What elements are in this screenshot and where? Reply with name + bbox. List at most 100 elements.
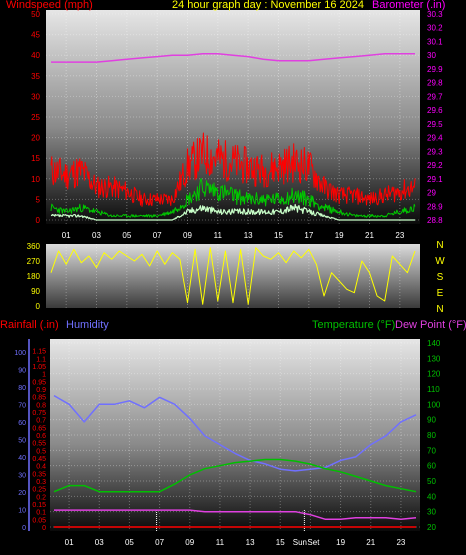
direction-tick-label: 90 (31, 287, 40, 296)
rain-tick-label: 0.65 (32, 425, 46, 432)
wind-tick-label: 30 (31, 92, 40, 101)
rain-tick-label: 1 (42, 372, 46, 379)
temp-hour-label: 03 (95, 538, 104, 547)
barometer-label: Barometer (.in) (372, 0, 446, 11)
barometer-tick-label: 29.3 (427, 147, 443, 156)
temperature-axis-right: 20 30 40 50 60 70 80 90 100 110 120 130 140 (427, 339, 441, 532)
compass-label: S (437, 272, 444, 283)
temp-hour-label: 09 (185, 538, 194, 547)
rain-tick-label: 0.85 (32, 395, 46, 402)
humidity-tick-label: 100 (14, 350, 26, 357)
wind-hour-label: 13 (244, 231, 253, 240)
rain-tick-label: 1.05 (32, 364, 46, 371)
temperature-tick-label: 20 (427, 523, 436, 532)
barometer-tick-label: 30 (427, 51, 436, 60)
temperature-tick-label: 40 (427, 492, 436, 501)
barometer-tick-label: 29.6 (427, 106, 443, 115)
rain-tick-label: 0.4 (36, 464, 46, 471)
wind-label: Windspeed (mph) (6, 0, 93, 11)
rain-tick-label: 0.95 (32, 379, 46, 386)
rain-tick-label: 0.15 (32, 502, 46, 509)
wind-hour-label: 03 (92, 231, 101, 240)
barometer-tick-label: 28.8 (427, 216, 443, 225)
temperature-tick-label: 140 (427, 339, 441, 348)
wind-hour-label: 07 (153, 231, 162, 240)
weather-graphs: 05101520253035404550 28.828.92929.129.22… (14, 10, 445, 547)
humidity-tick-label: 60 (18, 420, 26, 427)
barometer-tick-label: 29.5 (427, 120, 443, 129)
wind-tick-label: 20 (31, 134, 40, 143)
temperature-tick-label: 50 (427, 477, 436, 486)
barometer-tick-label: 29.9 (427, 65, 443, 74)
barometer-axis-right: 28.8 28.9 29 29.1 29.2 29.3 29.4 29.5 29.6 29.7 29… (427, 10, 443, 225)
temp-hour-label: 21 (366, 538, 375, 547)
rain-tick-label: 0.9 (36, 387, 46, 394)
rain-tick-label: 0.1 (36, 510, 46, 517)
barometer-tick-label: 29.8 (427, 79, 443, 88)
wind-tick-label: 35 (31, 72, 40, 81)
wind-hour-label: 11 (214, 231, 223, 240)
wind-tick-label: 10 (31, 175, 40, 184)
temp-hour-label: 11 (216, 538, 225, 547)
rain-tick-label: 0.55 (32, 441, 46, 448)
rain-tick-label: 0.8 (36, 402, 46, 409)
temp-hour-label: 15 (276, 538, 285, 547)
wind-hour-label: 17 (304, 231, 313, 240)
rain-tick-label: 0.45 (32, 456, 46, 463)
rain-tick-label: 0.3 (36, 479, 46, 486)
rain-tick-label: 0.7 (36, 418, 46, 425)
humidity-tick-label: 10 (18, 507, 26, 514)
wind-hour-label: 23 (395, 231, 404, 240)
compass-label: E (437, 288, 444, 299)
direction-tick-label: 270 (27, 257, 41, 266)
wind-tick-label: 25 (31, 113, 40, 122)
humidity-label: Humidity (66, 319, 109, 331)
wind-hour-label: 21 (365, 231, 374, 240)
wind-tick-label: 0 (36, 216, 41, 225)
wind-hour-label: 05 (122, 231, 131, 240)
wind-axis-left: 0 5 10 15 20 25 30 35 40 45 50 (31, 10, 40, 225)
direction-tick-label: 180 (27, 272, 41, 281)
temp-hour-label: 19 (336, 538, 345, 547)
barometer-tick-label: 29.1 (427, 175, 443, 184)
rain-tick-label: 0.6 (36, 433, 46, 440)
wind-hour-label: 09 (183, 231, 192, 240)
rain-tick-label: 0.5 (36, 448, 46, 455)
humidity-tick-label: 70 (18, 402, 26, 409)
wind-hour-label: 19 (335, 231, 344, 240)
temp-hour-label: Set (307, 538, 320, 547)
humidity-tick-label: 90 (18, 367, 26, 374)
humidity-axis-left: 0 10 20 30 40 50 60 70 80 90 100 (14, 339, 30, 532)
dewpoint-label: Dew Point (°F) (395, 319, 466, 331)
temp-hour-label: 07 (155, 538, 164, 547)
temperature-label: Temperature (°F) (312, 319, 396, 331)
direction-panel-background (46, 244, 420, 308)
temperature-tick-label: 120 (427, 370, 441, 379)
compass-label: N (436, 304, 443, 315)
humidity-tick-label: 50 (18, 437, 26, 444)
humidity-tick-label: 30 (18, 472, 26, 479)
barometer-tick-label: 29.4 (427, 134, 443, 143)
wind-tick-label: 5 (36, 195, 41, 204)
rain-tick-label: 0 (42, 525, 46, 532)
rain-tick-label: 0.2 (36, 494, 46, 501)
rain-tick-label: 0.35 (32, 471, 46, 478)
temp-hour-label: 23 (396, 538, 405, 547)
compass-label: W (435, 256, 445, 267)
temperature-tick-label: 130 (427, 354, 441, 363)
humidity-tick-label: 20 (18, 490, 26, 497)
chart-title: 24 hour graph day : November 16 2024 (172, 0, 365, 11)
direction-compass-axis: NWSEN (435, 240, 445, 315)
rain-axis-left: 00.050.10.150.20.250.30.350.40.450.50.55… (32, 349, 46, 532)
temperature-tick-label: 80 (427, 431, 436, 440)
direction-tick-label: 360 (27, 242, 41, 251)
rain-tick-label: 1.1 (36, 356, 46, 363)
temperature-tick-label: 60 (427, 462, 436, 471)
rain-tick-label: 0.75 (32, 410, 46, 417)
temperature-tick-label: 90 (427, 416, 436, 425)
barometer-tick-label: 29 (427, 189, 436, 198)
direction-tick-label: 0 (36, 302, 41, 311)
humidity-tick-label: 80 (18, 385, 26, 392)
humidity-tick-label: 40 (18, 455, 26, 462)
barometer-tick-label: 29.2 (427, 161, 443, 170)
